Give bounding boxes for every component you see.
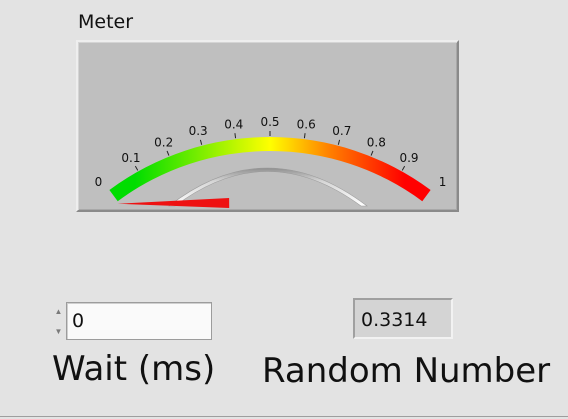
meter-scale-label: 0.5 (260, 115, 279, 129)
meter-tick (134, 165, 139, 171)
meter-label: Meter (78, 11, 134, 33)
meter-scale-label: 0.8 (367, 136, 386, 150)
random-number-indicator: 0.3314 (353, 298, 453, 339)
meter-tick (401, 165, 406, 171)
random-number-label: Random Number (262, 351, 551, 391)
panel-divider (0, 416, 568, 417)
meter-scale-label: 0.7 (332, 124, 351, 138)
meter-scale-label: 0.2 (154, 136, 173, 150)
wait-stepper[interactable]: ▲ ▼ (53, 302, 64, 341)
meter-tick (337, 139, 341, 145)
meter-gauge: 0 0.1 0.2 0.3 0.4 0.5 0.6 0.7 0.8 0.9 1 (76, 40, 459, 212)
meter-scale-label: 0.9 (399, 151, 418, 165)
wait-label: Wait (ms) (52, 349, 216, 389)
meter-scale-label: 0.4 (224, 117, 243, 131)
meter-tick (166, 150, 170, 156)
meter-scale-label: 0.3 (189, 124, 208, 138)
meter-scale-label: 0.6 (297, 117, 316, 131)
meter-scale-label: 1 (439, 175, 447, 189)
meter-tick (370, 150, 374, 156)
meter-scale-label: 0.1 (121, 151, 140, 165)
meter-scale-label: 0 (95, 175, 103, 189)
meter-tick (234, 133, 237, 139)
decrement-arrow-icon[interactable]: ▼ (53, 322, 64, 340)
wait-ms-input[interactable] (66, 302, 212, 340)
increment-arrow-icon[interactable]: ▲ (53, 302, 64, 320)
meter-dial: 0 0.1 0.2 0.3 0.4 0.5 0.6 0.7 0.8 0.9 1 (95, 115, 447, 209)
meter-needle (117, 198, 230, 209)
meter-tick (303, 133, 306, 139)
meter-tick (199, 139, 203, 145)
